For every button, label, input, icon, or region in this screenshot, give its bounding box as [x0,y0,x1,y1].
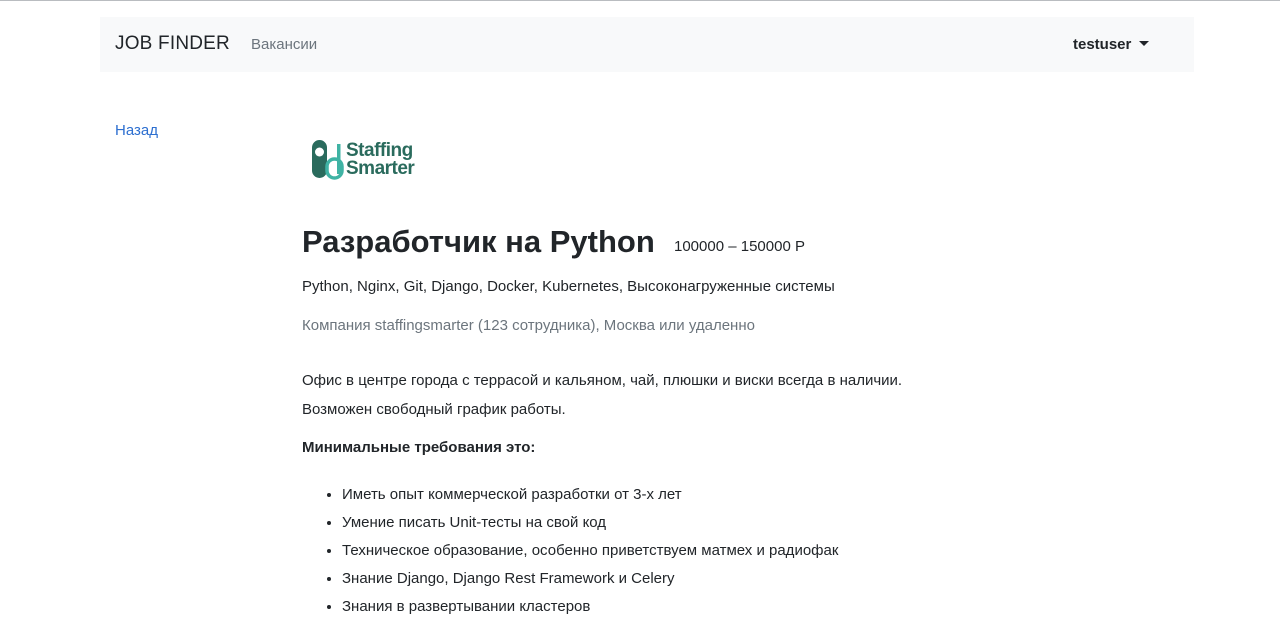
description-line: Офис в центре города с террасой и кальян… [302,372,903,389]
requirements-heading: Минимальные требования это: [302,439,536,456]
username-label: testuser [1073,36,1132,53]
top-border [0,0,1280,1]
caret-down-icon [1139,41,1150,46]
requirements-list: Иметь опыт коммерческой разработки от 3-… [302,481,838,621]
vacancy-title: Разработчик на Python [302,224,655,259]
requirement-item: Техническое образование, особенно привет… [342,537,838,565]
requirement-item: Иметь опыт коммерческой разработки от 3-… [342,481,838,509]
user-dropdown[interactable]: testuser [1073,36,1150,53]
brand-link[interactable]: JOB FINDER [115,33,230,55]
navbar: JOB FINDER Вакансии testuser [100,17,1194,72]
requirement-item: Знание Django, Django Rest Framework и C… [342,565,838,593]
vacancy-salary: 100000 – 150000 Р [674,238,805,255]
requirement-item: Знания в развертывании кластеров [342,593,838,621]
logo-text-smarter: Smarter [346,158,415,179]
back-link[interactable]: Назад [115,122,158,139]
company-logo-mark [312,140,344,180]
requirement-item: Умение писать Unit-тесты на свой код [342,509,838,537]
description-line: Возможен свободный график работы. [302,401,566,418]
company-logo: Staffing Smarter [311,137,431,181]
vacancy-skills: Python, Nginx, Git, Django, Docker, Kube… [302,278,835,295]
company-info: Компания staffingsmarter (123 сотрудника… [302,317,755,334]
nav-link-vacancies[interactable]: Вакансии [251,36,317,53]
vacancy-description: Офис в центре города с террасой и кальян… [302,366,902,424]
